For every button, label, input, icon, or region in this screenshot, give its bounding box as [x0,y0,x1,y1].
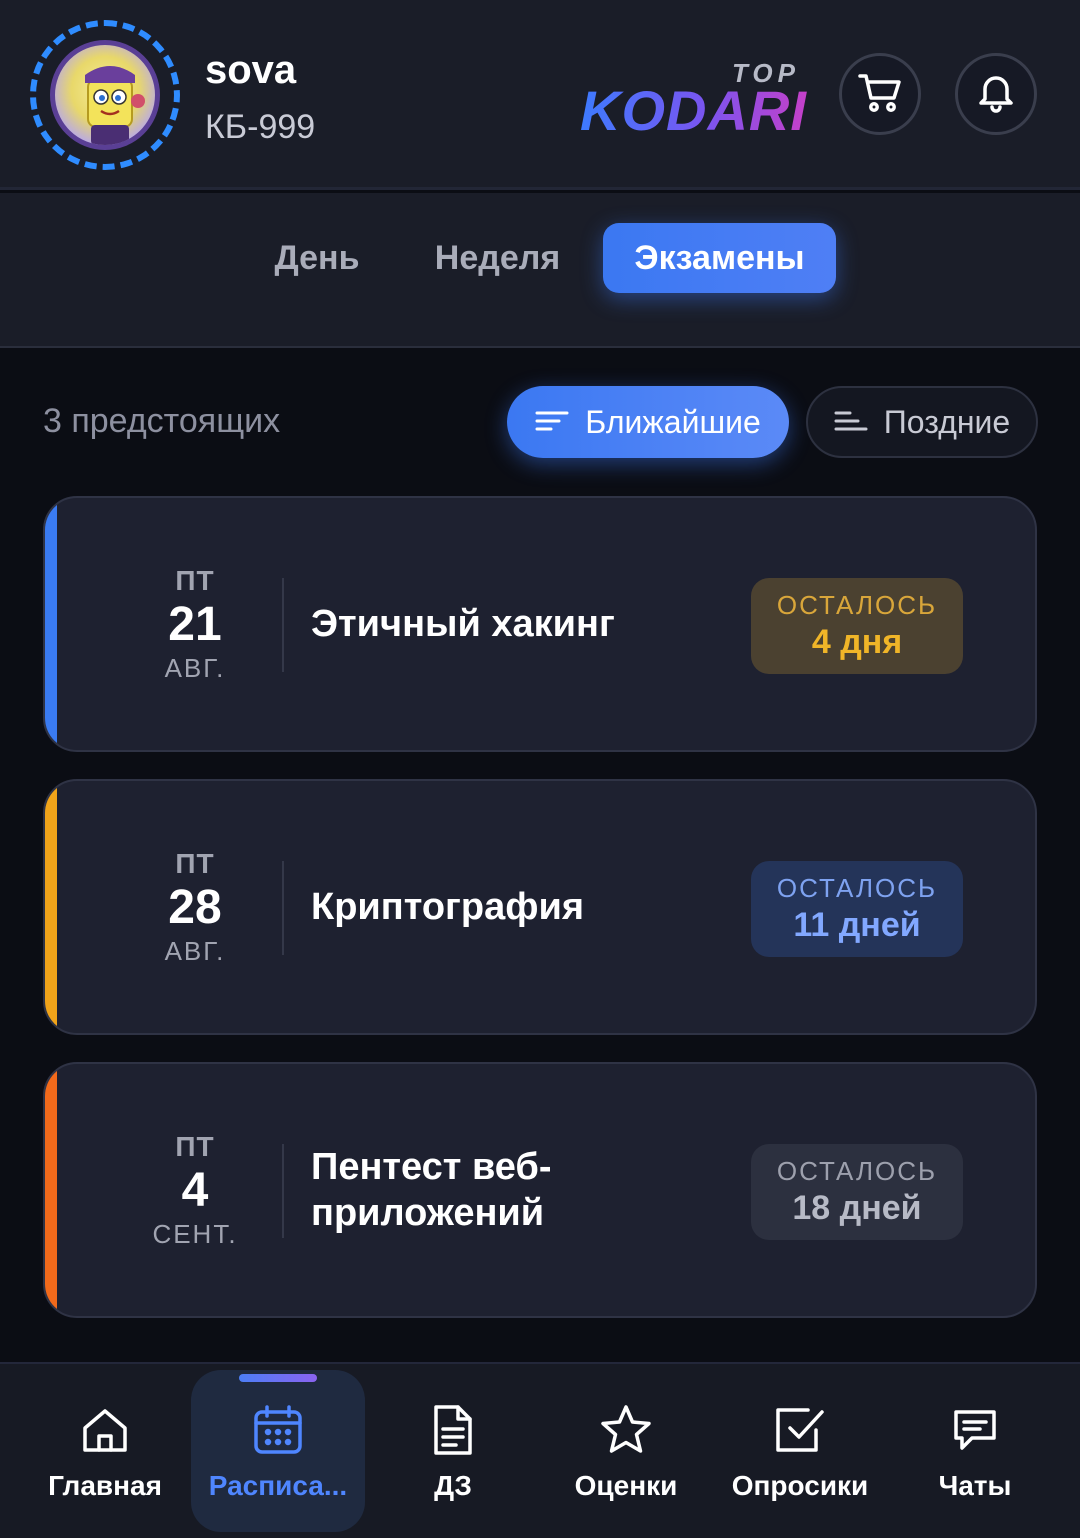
exam-card[interactable]: ПТ 4 СЕНТ. Пентест веб-приложений ОСТАЛО… [43,1062,1037,1318]
tab-week[interactable]: Неделя [425,223,570,293]
exam-weekday: ПТ [175,1130,215,1162]
exam-weekday: ПТ [175,564,215,596]
exam-title: Пентест веб-приложений [311,1146,552,1234]
header: sova КБ-999 TOP KODARI [0,0,1080,190]
exams-screen: sova КБ-999 TOP KODARI День Неделя Экзам… [0,0,1080,1538]
exam-day: 4 [181,1163,209,1217]
card-divider [282,861,284,955]
nav-label: Опросики [731,1470,869,1501]
exam-title: Криптография [311,886,584,928]
remaining-badge: ОСТАЛОСЬ 18 дней [751,1144,963,1240]
remaining-label: ОСТАЛОСЬ [776,590,938,620]
sort-reverse-icon [834,404,868,441]
exam-date: ПТ 21 АВГ. [135,498,255,750]
remaining-value: 18 дней [792,1189,922,1227]
tab-exams[interactable]: Экзамены [603,223,836,293]
card-divider [282,578,284,672]
remaining-value: 11 дней [793,906,921,944]
nav-item-homework[interactable]: ДЗ [385,1364,521,1538]
avatar-image [50,40,160,150]
exam-day: 28 [168,880,222,934]
nav-label: Оценки [574,1470,678,1501]
star-icon [598,1402,654,1458]
bottom-navigation: Главная Расписа... ДЗ Оценки Опросики Ча… [0,1362,1080,1538]
calendar-icon [250,1402,306,1458]
card-accent [45,1064,57,1316]
nav-item-home[interactable]: Главная [30,1364,180,1538]
upcoming-count: 3 предстоящих [43,402,281,440]
filter-latest-label: Поздние [883,403,1011,440]
filter-nearest-label: Ближайшие [585,403,761,440]
remaining-label: ОСТАЛОСЬ [776,873,938,903]
exam-month: СЕНТ. [152,1218,238,1249]
nav-label-active: Расписа... [208,1470,348,1501]
exam-day: 21 [168,597,222,651]
nav-label: ДЗ [434,1470,472,1501]
exam-month: АВГ. [164,652,226,683]
brand-main-text: KODARI [580,79,807,142]
bell-icon [973,69,1019,120]
cart-icon [856,68,904,121]
exam-card[interactable]: ПТ 28 АВГ. Криптография ОСТАЛОСЬ 11 дней [43,779,1037,1035]
remaining-badge: ОСТАЛОСЬ 11 дней [751,861,963,957]
filter-latest-button[interactable]: Поздние [806,386,1038,458]
avatar[interactable] [30,20,180,170]
checkbox-icon [772,1402,828,1458]
exam-date: ПТ 4 СЕНТ. [135,1064,255,1316]
brand-logo: TOP KODARI [580,58,806,142]
nav-label: Главная [48,1470,162,1501]
exam-weekday: ПТ [175,847,215,879]
card-accent [45,498,57,750]
cart-button[interactable] [839,53,921,135]
document-icon [425,1402,481,1458]
remaining-badge: ОСТАЛОСЬ 4 дня [751,578,963,674]
filter-nearest-button[interactable]: Ближайшие [507,386,789,458]
nav-label: Чаты [938,1470,1012,1501]
chat-icon [947,1402,1003,1458]
user-group: КБ-999 [205,108,316,146]
home-icon [77,1402,133,1458]
exam-card[interactable]: ПТ 21 АВГ. Этичный хакинг ОСТАЛОСЬ 4 дня [43,496,1037,752]
nav-item-chats[interactable]: Чаты [910,1364,1040,1538]
schedule-tabs: День Неделя Экзамены [0,193,1080,348]
card-accent [45,781,57,1033]
sort-icon [535,404,569,441]
username: sova [205,48,297,92]
tab-day[interactable]: День [262,223,372,293]
nav-item-surveys[interactable]: Опросики [720,1364,880,1538]
card-divider [282,1144,284,1238]
remaining-label: ОСТАЛОСЬ [776,1156,938,1186]
exam-title: Этичный хакинг [311,603,615,645]
nav-item-schedule[interactable]: Расписа... [191,1364,365,1538]
exam-date: ПТ 28 АВГ. [135,781,255,1033]
remaining-value: 4 дня [811,623,903,661]
notifications-button[interactable] [955,53,1037,135]
nav-item-grades[interactable]: Оценки [552,1364,700,1538]
exam-month: АВГ. [164,935,226,966]
